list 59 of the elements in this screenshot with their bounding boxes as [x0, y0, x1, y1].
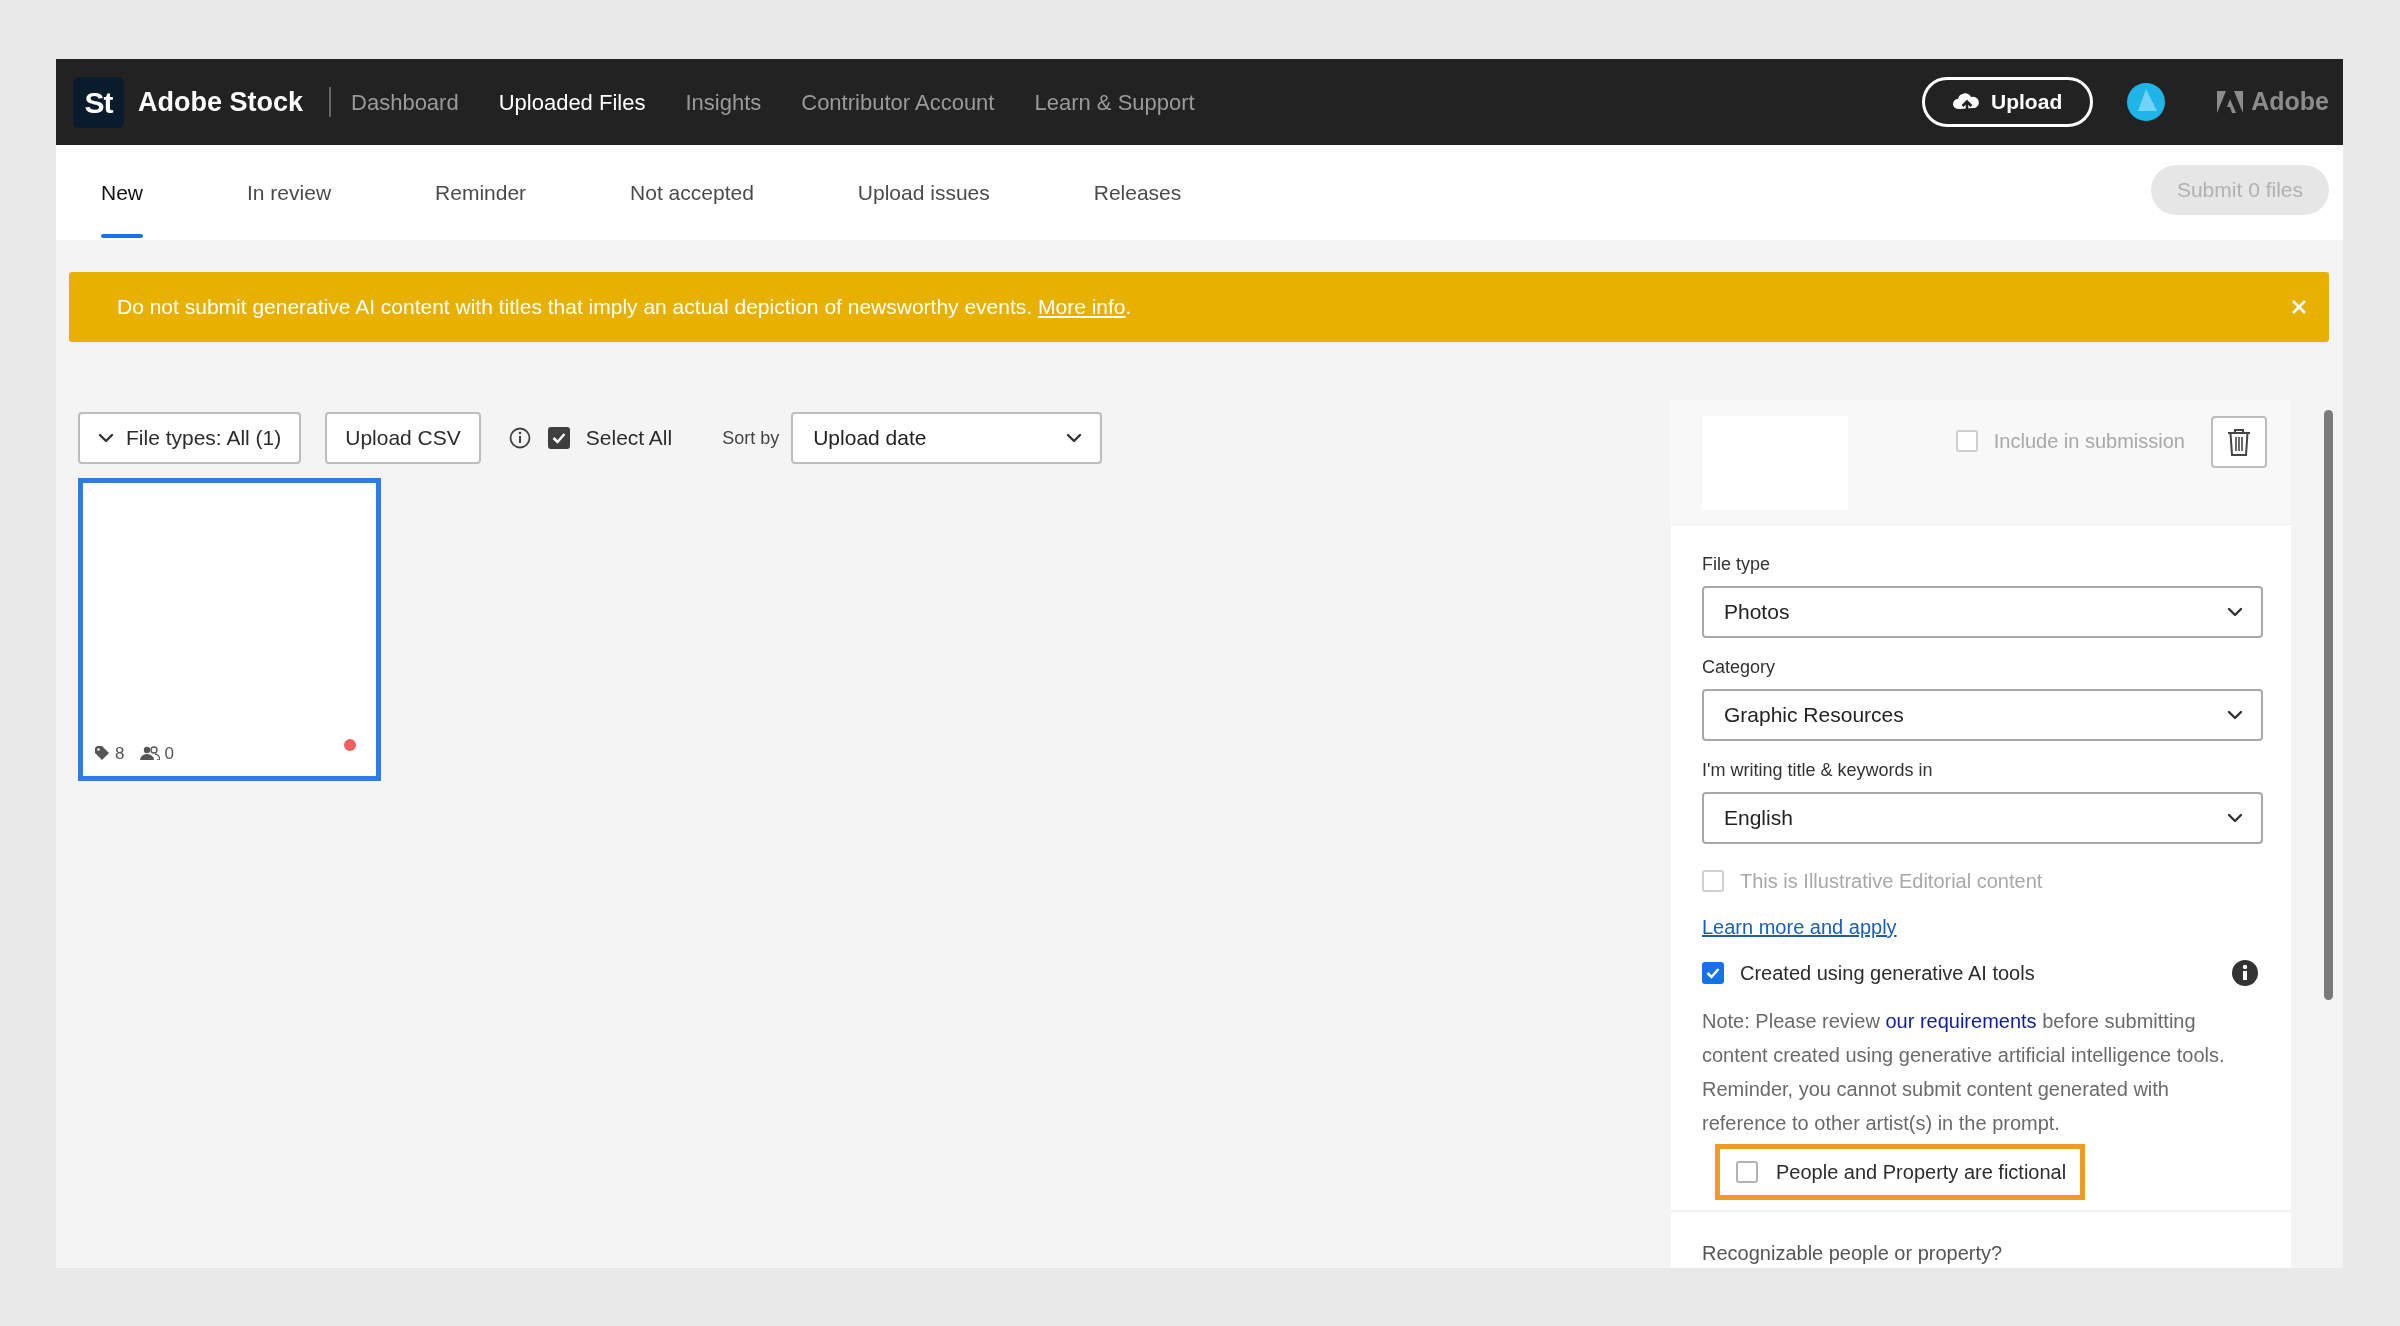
logo[interactable]: St — [73, 76, 124, 128]
field-label: File type — [1702, 553, 1772, 576]
brand-name: Adobe Stock — [138, 85, 304, 119]
fictional-label: People and Property are fictional — [1776, 1160, 2067, 1185]
checkmark-icon — [1706, 967, 1720, 979]
select-all-label: Select All — [585, 425, 673, 452]
upload-csv-button[interactable]: Upload CSV — [325, 412, 481, 464]
dropdown[interactable]: Photos — [1702, 586, 2263, 638]
nav-link[interactable]: Learn & Support — [1034, 85, 1195, 119]
sort-label: Sort by — [722, 426, 780, 450]
learn-more-link[interactable]: Learn more and apply — [1702, 912, 1897, 942]
dropdown[interactable]: Graphic Resources — [1702, 689, 2263, 741]
requirements-link[interactable]: our requirements — [1885, 1010, 2037, 1032]
dropdown[interactable]: English — [1702, 792, 2263, 844]
file-types-dropdown[interactable]: File types: All (1) — [78, 412, 302, 464]
checkbox[interactable] — [1702, 962, 1724, 984]
checkmark-icon — [551, 432, 566, 444]
chevron-down-icon — [2227, 708, 2243, 722]
chevron-down-icon — [2227, 811, 2243, 825]
checkbox[interactable] — [1736, 1161, 1758, 1183]
chevron-down-icon — [98, 431, 114, 445]
include-label: Include in submission — [1993, 429, 2185, 454]
checkbox[interactable] — [547, 427, 570, 449]
sort-dropdown[interactable]: Upload date — [791, 412, 1103, 464]
scrollbar[interactable] — [2323, 410, 2333, 1000]
delete-button[interactable] — [2211, 416, 2267, 468]
people-icon — [140, 746, 161, 761]
info-icon — [508, 427, 531, 449]
status-dot — [344, 739, 356, 751]
trash-icon — [2227, 428, 2251, 456]
editorial-label: This is Illustrative Editorial content — [1740, 869, 2043, 894]
file-thumbnail[interactable]: 8 0 — [78, 478, 381, 781]
upload-button[interactable]: Upload — [1922, 77, 2094, 127]
tab[interactable]: In review — [247, 145, 332, 240]
nav-link[interactable]: Insights — [685, 85, 762, 119]
ai-tools-label: Created using generative AI tools — [1740, 961, 2035, 986]
chevron-down-icon — [2227, 605, 2243, 619]
nav-link[interactable]: Contributor Account — [801, 85, 995, 119]
tab[interactable]: Releases — [1093, 145, 1182, 240]
adobe-label: Adobe — [2251, 86, 2329, 118]
keyword-count: 8 — [115, 742, 125, 765]
tab[interactable]: Upload issues — [857, 145, 990, 240]
field-label: Category — [1702, 656, 1777, 679]
tab[interactable]: Not accepted — [630, 145, 754, 240]
adobe-logo-icon — [2217, 91, 2244, 113]
avatar-icon — [2127, 83, 2166, 121]
close-icon — [2291, 299, 2307, 315]
nav-link[interactable]: Uploaded Files — [498, 85, 646, 119]
nav-link[interactable]: Dashboard — [351, 85, 459, 119]
tag-icon — [95, 746, 111, 761]
tab[interactable]: New — [101, 145, 143, 240]
tab[interactable]: Reminder — [435, 145, 527, 240]
chevron-down-icon — [1066, 431, 1083, 445]
notice-text: Do not submit generative AI content with titles that imply an actual depiction of newsworthy events. More info. — [117, 294, 1132, 321]
recognizable-question: Recognizable people or property? — [1701, 1241, 2004, 1266]
field-label: I'm writing title & keywords in — [1702, 759, 1934, 782]
people-count: 0 — [164, 742, 174, 765]
note-text: Note: Please review our requirements before submitting content created using generative artificial intelligence tools. Reminder, you cannot submit content generated with reference to other artist(s) in the prompt. — [1702, 1009, 2226, 1136]
info-icon — [2232, 960, 2258, 986]
